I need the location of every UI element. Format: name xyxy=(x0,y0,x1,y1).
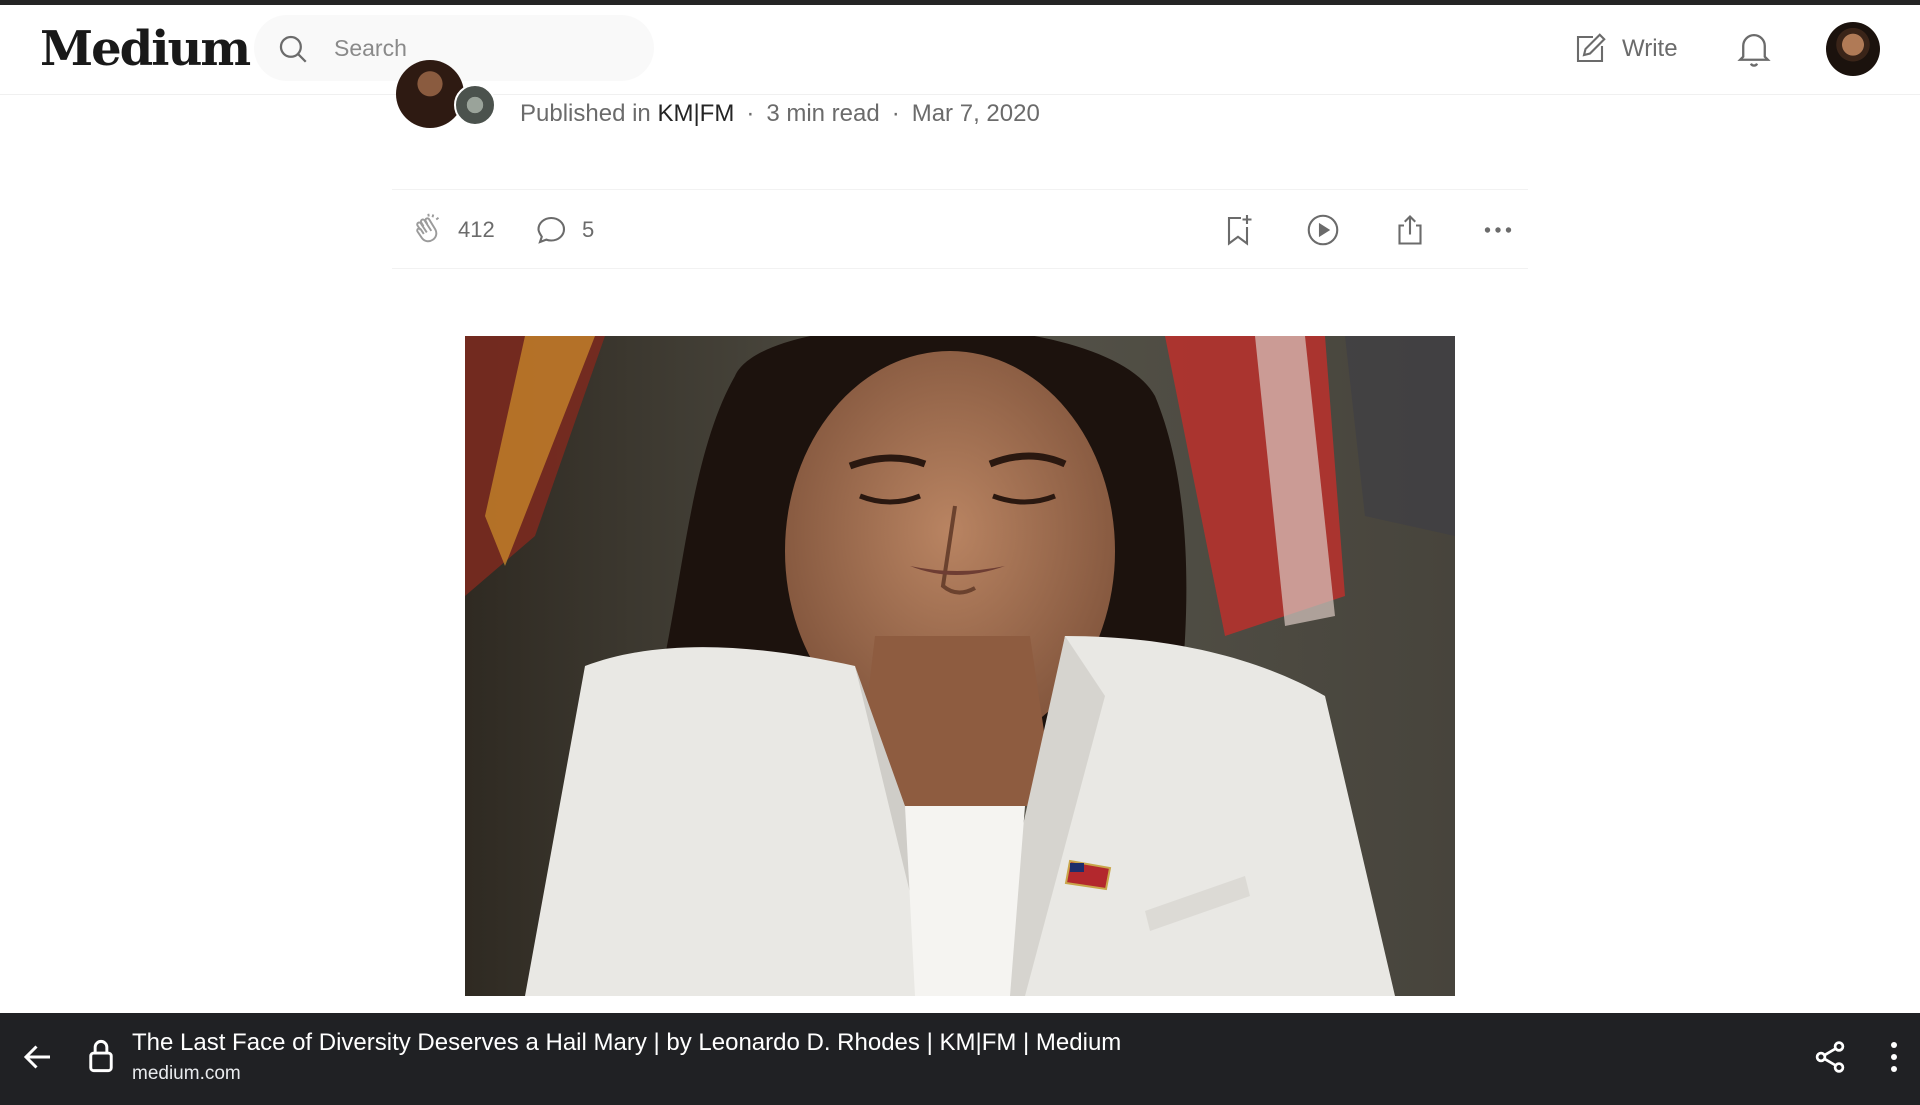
medium-logo[interactable]: Medium xyxy=(40,19,251,79)
play-icon xyxy=(1307,214,1339,246)
browser-page-title[interactable]: The Last Face of Diversity Deserves a Ha… xyxy=(132,1029,1121,1057)
publish-date: Mar 7, 2020 xyxy=(911,100,1040,127)
user-avatar[interactable] xyxy=(1826,22,1880,76)
article-hero-image xyxy=(465,336,1455,996)
author-avatar[interactable] xyxy=(396,60,464,128)
read-time: 3 min read xyxy=(766,100,880,127)
bell-icon[interactable] xyxy=(1735,29,1773,69)
hero-photo-illustration xyxy=(465,336,1455,996)
write-label: Write xyxy=(1622,35,1678,62)
clap-icon xyxy=(416,213,440,243)
browser-bottom-bar: The Last Face of Diversity Deserves a Ha… xyxy=(0,1013,1920,1105)
article-action-bar: 412 5 xyxy=(392,189,1528,269)
bookmark-add-icon xyxy=(1227,215,1252,246)
comment-icon xyxy=(537,216,566,244)
listen-button[interactable] xyxy=(1305,208,1341,252)
search-input[interactable] xyxy=(332,15,632,81)
more-button[interactable] xyxy=(1480,208,1516,252)
share-button[interactable] xyxy=(1392,208,1428,252)
search-icon xyxy=(279,35,307,63)
publication-avatar[interactable] xyxy=(454,84,496,126)
save-button[interactable] xyxy=(1220,208,1256,252)
write-icon xyxy=(1576,33,1606,63)
site-header: Medium Write xyxy=(0,5,1920,95)
publication-link[interactable]: KM|FM xyxy=(657,100,734,128)
vertical-dots-icon[interactable] xyxy=(1876,1037,1912,1077)
share-nodes-icon[interactable] xyxy=(1812,1039,1848,1075)
more-icon xyxy=(1484,227,1512,233)
comment-count: 5 xyxy=(582,217,595,242)
meta-separator: · xyxy=(746,100,755,127)
share-icon xyxy=(1398,215,1422,245)
article-meta: Published in KM|FM · 3 min read · Mar 7,… xyxy=(520,100,1040,128)
comment-button[interactable]: 5 xyxy=(534,208,594,252)
clap-count: 412 xyxy=(458,217,495,242)
lock-icon xyxy=(89,1039,113,1073)
write-button[interactable]: Write xyxy=(1572,27,1678,71)
published-prefix: Published in xyxy=(520,100,651,127)
back-arrow-icon[interactable] xyxy=(20,1039,56,1075)
clap-button[interactable]: 412 xyxy=(410,208,495,252)
browser-domain[interactable]: medium.com xyxy=(132,1063,241,1085)
meta-separator: · xyxy=(891,100,900,127)
